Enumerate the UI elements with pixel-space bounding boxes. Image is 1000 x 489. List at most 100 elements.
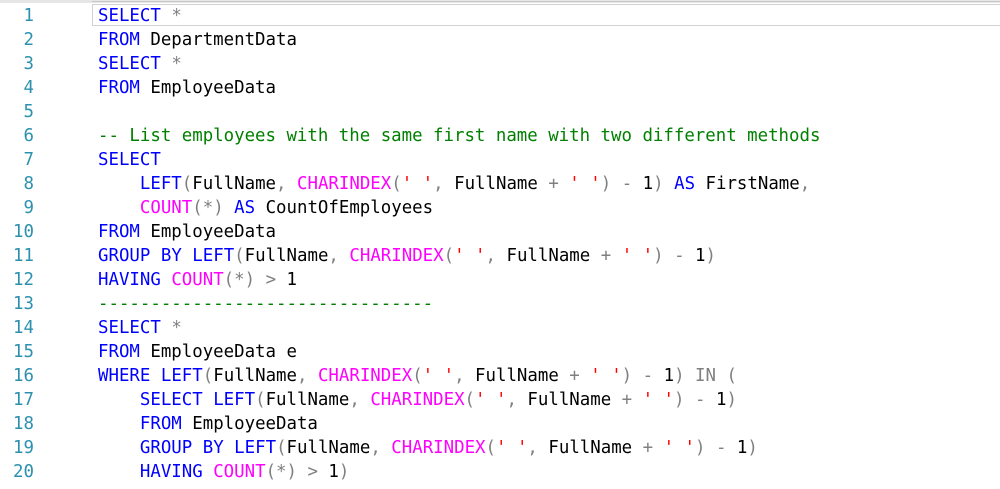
function-token: CHARINDEX [349, 246, 444, 266]
operator-token: , [527, 438, 538, 458]
code-line[interactable]: HAVING COUNT(*) > 1 [98, 268, 998, 292]
identifier-token: FirstName [695, 174, 800, 194]
code-line[interactable]: SELECT LEFT(FullName, CHARINDEX(' ', Ful… [98, 388, 998, 412]
line-number: 7 [23, 150, 34, 170]
code-line[interactable]: FROM EmployeeData e [98, 340, 998, 364]
code-line[interactable]: SELECT [98, 148, 998, 172]
identifier-token: FullName [244, 246, 329, 266]
string-token: ' ' [590, 366, 622, 386]
operator-token: ) [653, 174, 664, 194]
function-token: COUNT [139, 198, 193, 218]
identifier-token: FullName [464, 366, 570, 386]
function-token: CHARINDEX [297, 174, 392, 194]
identifier-token: 1 [276, 270, 298, 290]
operator-token: , [296, 366, 308, 386]
operator-token: ( [726, 366, 737, 386]
code-line[interactable]: FROM EmployeeData [98, 220, 998, 244]
identifier-token: 1 [684, 246, 706, 266]
code-line[interactable]: COUNT(*) AS CountOfEmployees [98, 196, 998, 220]
keyword-token: FROM [98, 222, 140, 242]
operator-token: - [695, 390, 706, 410]
identifier-token [339, 246, 349, 266]
string-token: ' ' [621, 246, 654, 266]
identifier-token [161, 6, 171, 26]
operator-token: * [171, 54, 182, 74]
code-line[interactable]: HAVING COUNT(*) > 1) [98, 460, 998, 484]
comment-token: -------------------------------- [98, 294, 434, 314]
identifier-token: FullName [213, 366, 297, 386]
identifier-token: FullName [192, 174, 277, 194]
operator-token: (*) [265, 462, 297, 482]
operator-token: + [569, 366, 580, 386]
code-line[interactable]: WHERE LEFT(FullName, CHARINDEX(' ', Full… [98, 364, 998, 388]
identifier-token: 1 [726, 438, 748, 458]
operator-token: , [349, 390, 360, 410]
line-number: 13 [13, 294, 34, 314]
code-line[interactable]: SELECT * [98, 52, 998, 76]
keyword-token: LEFT [139, 174, 182, 194]
operator-token: ) [621, 366, 633, 386]
code-line[interactable]: FROM EmployeeData [98, 412, 998, 436]
operator-token: > [265, 270, 277, 290]
identifier-token [664, 174, 674, 194]
operator-token: IN [695, 366, 716, 386]
identifier-token: EmployeeData e [139, 342, 297, 362]
operator-token: ) [338, 462, 350, 482]
string-token: ' ' [401, 174, 434, 194]
comment-token: -- List employees with the same first na… [98, 126, 821, 146]
operator-token: ( [391, 174, 402, 194]
code-line[interactable] [98, 100, 998, 124]
line-number: 3 [23, 54, 34, 74]
keyword-token: FROM [98, 342, 140, 362]
code-line[interactable]: LEFT(FullName, CHARINDEX(' ', FullName +… [98, 172, 998, 196]
editor-top-border-line [92, 1, 1000, 2]
operator-token: + [621, 390, 633, 410]
identifier-token: FullName [443, 174, 549, 194]
string-token: ' ' [663, 438, 695, 458]
code-line[interactable]: FROM EmployeeData [98, 76, 998, 100]
code-line[interactable]: GROUP BY LEFT(FullName, CHARINDEX(' ', F… [98, 436, 998, 460]
line-number-gutter: 1 2 3 4 5 6 7 8 9 10 11 12 13 14 15 16 17 18 19 20 [0, 4, 92, 484]
identifier-token [150, 366, 160, 386]
code-line[interactable]: FROM DepartmentData [98, 28, 998, 52]
identifier-token [192, 438, 202, 458]
identifier-token [559, 174, 569, 194]
operator-token: - [715, 438, 727, 458]
editor-top-border [0, 0, 1000, 3]
operator-token: , [370, 438, 381, 458]
identifier-token [203, 390, 213, 410]
operator-token: , [506, 390, 517, 410]
line-number: 1 [23, 6, 34, 26]
operator-token: ) [674, 366, 685, 386]
function-token: CHARINDEX [391, 438, 486, 458]
identifier-token [297, 462, 307, 482]
line-number: 12 [13, 270, 34, 290]
code-line[interactable]: -- List employees with the same first na… [98, 124, 998, 148]
function-token: CHARINDEX [370, 390, 465, 410]
keyword-token: FROM [98, 30, 140, 50]
identifier-token [98, 462, 140, 482]
operator-token: ( [485, 438, 496, 458]
identifier-token: FullName [286, 438, 371, 458]
identifier-token: EmployeeData [139, 78, 277, 98]
code-area[interactable]: SELECT * FROM DepartmentData SELECT * FROM … [98, 4, 998, 484]
sql-editor[interactable]: 1 2 3 4 5 6 7 8 9 10 11 12 13 14 15 16 17 18 19 20 SELECT *… [0, 0, 1000, 489]
code-line[interactable]: -------------------------------- [98, 292, 998, 316]
operator-token: , [433, 174, 444, 194]
string-token: ' ' [496, 438, 528, 458]
function-token: COUNT [171, 270, 224, 290]
identifier-token: FullName [537, 438, 643, 458]
keyword-token: SELECT [98, 318, 161, 338]
keyword-token: LEFT [160, 366, 203, 386]
string-token: ' ' [475, 390, 507, 410]
operator-token: ( [234, 246, 245, 266]
line-number: 2 [23, 30, 34, 50]
line-number: 5 [23, 102, 34, 122]
keyword-token: AS [234, 198, 256, 218]
code-line[interactable]: SELECT * [98, 4, 998, 28]
identifier-token: 1 [632, 174, 654, 194]
identifier-token [381, 438, 391, 458]
code-line[interactable]: GROUP BY LEFT(FullName, CHARINDEX(' ', F… [98, 244, 998, 268]
operator-token: ) [747, 438, 758, 458]
code-line[interactable]: SELECT * [98, 316, 998, 340]
